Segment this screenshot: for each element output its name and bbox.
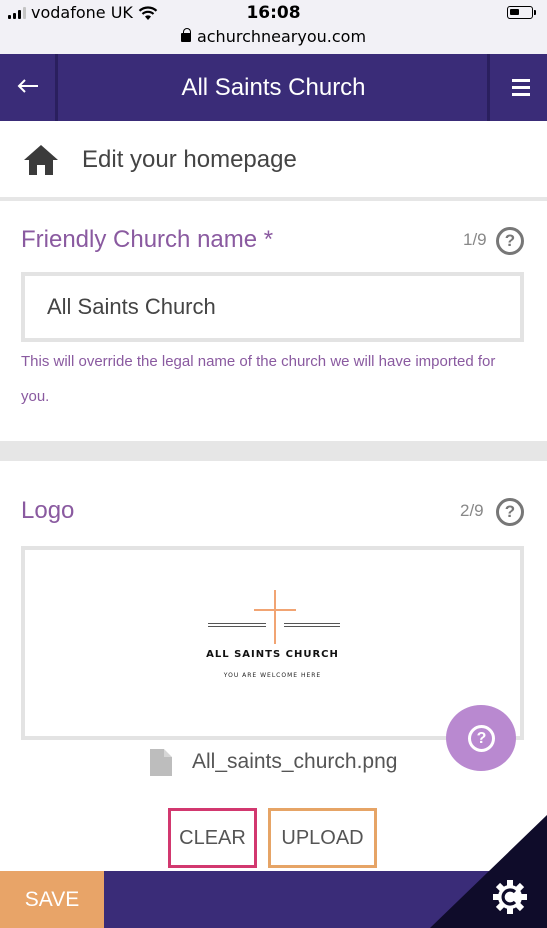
arrow-left-icon (17, 79, 38, 93)
upload-button[interactable]: UPLOAD (268, 808, 377, 868)
menu-button[interactable] (487, 54, 547, 121)
friendly-name-step: 1/9 (463, 230, 487, 249)
logo-preview: ALL SAINTS CHURCH YOU ARE WELCOME HERE (21, 546, 524, 740)
church-name-hint: This will override the legal name of the… (21, 353, 496, 405)
corner-badge (430, 815, 547, 928)
page-title-row: Edit your homepage (0, 121, 547, 201)
friendly-name-help-icon[interactable]: ? (496, 227, 524, 255)
status-time: 16:08 (246, 3, 301, 23)
cog-icon[interactable] (492, 879, 528, 915)
back-button[interactable] (0, 54, 58, 121)
clear-button[interactable]: CLEAR (168, 808, 257, 868)
battery-icon (507, 6, 536, 19)
logo-step: 2/9 (460, 501, 484, 520)
question-icon: ? (468, 725, 495, 752)
logo-rule-left (208, 623, 266, 627)
app-header: All Saints Church (0, 54, 547, 121)
logo-tagline: YOU ARE WELCOME HERE (223, 672, 322, 679)
page-title: Edit your homepage (82, 146, 297, 173)
logo-file-name: All_saints_church.png (192, 750, 398, 773)
logo-file-row: All_saints_church.png (150, 748, 397, 776)
logo-label: Logo (21, 497, 75, 524)
floating-help-button[interactable]: ? (446, 705, 516, 771)
url-bar[interactable]: achurchnearyou.com (0, 27, 547, 46)
save-button[interactable]: SAVE (0, 871, 104, 928)
logo-church-name: ALL SAINTS CHURCH (206, 649, 339, 660)
logo-rule-right (284, 623, 340, 627)
lock-icon (180, 28, 191, 42)
url-text: achurchnearyou.com (196, 27, 367, 46)
header-title: All Saints Church (181, 74, 366, 101)
status-bar: vodafone UK 16:08 achurchnearyou.com (0, 0, 547, 54)
logo-help-icon[interactable]: ? (496, 498, 524, 526)
file-icon (150, 748, 172, 776)
hamburger-icon (512, 79, 530, 82)
section-divider (0, 441, 547, 461)
friendly-name-label: Friendly Church name * (21, 226, 274, 253)
home-icon (24, 145, 58, 175)
cross-icon (274, 590, 276, 644)
church-name-input[interactable]: All Saints Church (21, 272, 524, 342)
